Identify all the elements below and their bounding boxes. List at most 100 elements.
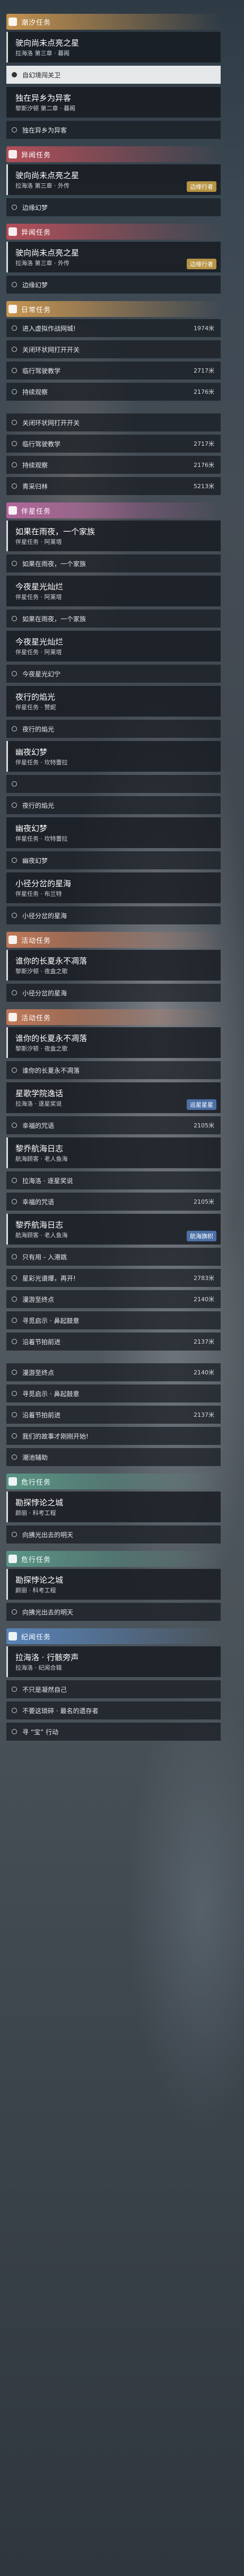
objective-label: 漫游至终点 bbox=[22, 1295, 55, 1303]
objective-label: 持续观察 bbox=[22, 461, 48, 469]
objective-label: 临行驾驶教学 bbox=[22, 440, 61, 448]
objective-row[interactable]: 小径分岔的星海 bbox=[6, 906, 221, 924]
objective-row[interactable]: 临行驾驶教学 2717米 bbox=[6, 435, 221, 453]
objective-row[interactable]: 沿着节拍前进 2137米 bbox=[6, 1406, 221, 1424]
distance-label: 2176米 bbox=[194, 462, 214, 469]
quest-card[interactable]: 星歌学院逸话 拉海洛 · 逐星奖说 远星星星 bbox=[6, 1082, 221, 1113]
objective-row[interactable]: 沿着节拍前进 2137米 bbox=[6, 1333, 221, 1351]
objective-row[interactable]: 谁你的长夏永不凋落 bbox=[6, 1061, 221, 1079]
category-header-side: 异闻任务 bbox=[6, 224, 221, 240]
quest-card[interactable]: 如果在雨夜，一个家族 伴星任务 · 阿莱塔 bbox=[6, 521, 221, 551]
category-label: 活动任务 bbox=[21, 937, 51, 945]
objective-row[interactable]: 向拂光出去的明天 bbox=[6, 1525, 221, 1543]
objective-label: 拉海洛 · 逐星奖说 bbox=[22, 1177, 73, 1185]
objective-row[interactable] bbox=[6, 775, 221, 793]
objective-row[interactable]: 潮池辅助 bbox=[6, 1448, 221, 1466]
quest-card[interactable]: 今夜星光灿烂 伴星任务 · 阿莱塔 bbox=[6, 576, 221, 606]
objective-row[interactable]: 幸福的咒语 2105米 bbox=[6, 1193, 221, 1211]
quest-card[interactable]: 驶向尚未点亮之星 拉海洛 第三章 · 外传 边缘行者 bbox=[6, 164, 221, 195]
objective-row[interactable]: 进入虚拟作战网城! 1974米 bbox=[6, 319, 221, 337]
objective-row[interactable]: 边缘幻梦 bbox=[6, 276, 221, 294]
quest-card[interactable]: 谁你的长夏永不凋落 黎斯汐顿 · 夜盒之歌 bbox=[6, 1027, 221, 1058]
objective-row[interactable]: 不只是凝然自己 bbox=[6, 1680, 221, 1698]
quest-title: 勘探悖论之城 bbox=[15, 1498, 64, 1507]
category-label: 日常任务 bbox=[21, 306, 51, 314]
objective-row[interactable]: 星彩光谱爆，再开! 2783米 bbox=[6, 1269, 221, 1287]
objective-row[interactable]: 不要这琐碎 · 最名的遗存者 bbox=[6, 1701, 221, 1719]
radio-icon bbox=[12, 205, 17, 210]
quest-card[interactable]: 拉海洛 · 行骸旁声 拉海洛 · 纪闻合辑 bbox=[6, 1646, 221, 1677]
objective-row[interactable]: 今夜星光幻宁 bbox=[6, 665, 221, 683]
quest-card[interactable]: 小径分岔的星海 伴星任务 · 布兰特 bbox=[6, 872, 221, 903]
objective-row[interactable]: 幽夜幻梦 bbox=[6, 851, 221, 869]
quest-title: 黎乔航海日志 bbox=[15, 1220, 64, 1230]
quest-subtitle: 拉海洛 · 纪闻合辑 bbox=[15, 1664, 62, 1671]
objective-row[interactable]: 如果在雨夜，一个家族 bbox=[6, 554, 221, 572]
quest-card[interactable]: 今夜星光灿烂 伴星任务 · 阿莱塔 bbox=[6, 631, 221, 661]
objective-row[interactable]: 向拂光出去的明天 bbox=[6, 1603, 221, 1621]
quest-subtitle: 伴星任务 · 赞妮 bbox=[15, 704, 56, 711]
radio-icon bbox=[12, 1433, 17, 1439]
objective-row[interactable]: 边缘幻梦 bbox=[6, 198, 221, 216]
radio-icon bbox=[12, 616, 17, 621]
radio-icon bbox=[12, 990, 17, 995]
distance-label: 1974米 bbox=[194, 325, 214, 332]
objective-row-selected[interactable]: 自幻境闯关卫 bbox=[6, 66, 221, 84]
radio-icon bbox=[12, 1532, 17, 1537]
quest-subtitle: 航海顾客 · 老人鱼海 bbox=[15, 1155, 68, 1162]
objective-row[interactable]: 我们的故事才刚刚开始! bbox=[6, 1427, 221, 1445]
quest-category-icon bbox=[8, 1632, 17, 1640]
quest-card[interactable]: 勘探悖论之城 颜丽 · 科考工程 bbox=[6, 1492, 221, 1522]
objective-row[interactable]: 持续观察 2176米 bbox=[6, 456, 221, 474]
objective-row[interactable]: 漫游至终点 2140米 bbox=[6, 1290, 221, 1308]
distance-label: 2105米 bbox=[194, 1122, 214, 1129]
quest-card[interactable]: 驶向尚未点亮之星 拉海洛 第三章 · 外传 边缘行者 bbox=[6, 242, 221, 272]
quest-card[interactable]: 黎乔航海日志 航海顾客 · 老人鱼海 航海旗帜 bbox=[6, 1214, 221, 1245]
objective-row[interactable]: 寻 “宝” 行动 bbox=[6, 1723, 221, 1741]
objective-row[interactable]: 临行驾驶教学 2717米 bbox=[6, 361, 221, 380]
radio-icon bbox=[12, 1391, 17, 1396]
objective-row[interactable]: 只有用 - 入港跳 bbox=[6, 1248, 221, 1266]
radio-icon bbox=[12, 462, 17, 467]
objective-row[interactable]: 夜行的焰光 bbox=[6, 796, 221, 814]
radio-icon bbox=[12, 1296, 17, 1302]
quest-title: 驶向尚未点亮之星 bbox=[15, 248, 80, 258]
radio-icon bbox=[12, 1199, 17, 1204]
objective-row[interactable]: 夜行的焰光 bbox=[6, 720, 221, 738]
quest-title: 谁你的长夏永不凋落 bbox=[15, 956, 88, 966]
objective-row[interactable]: 青采归林 5213米 bbox=[6, 477, 221, 495]
quest-card[interactable]: 黎乔航海日志 航海顾客 · 老人鱼海 bbox=[6, 1137, 221, 1168]
objective-row[interactable]: 幸福的咒语 2105米 bbox=[6, 1116, 221, 1134]
quest-title: 黎乔航海日志 bbox=[15, 1144, 64, 1153]
objective-row[interactable]: 小径分岔的星海 bbox=[6, 984, 221, 1002]
objective-label: 只有用 - 入港跳 bbox=[22, 1253, 67, 1261]
objective-row[interactable]: 拉海洛 · 逐星奖说 bbox=[6, 1171, 221, 1189]
objective-row[interactable]: 寻觅启示 · 鼻起鼓意 bbox=[6, 1311, 221, 1329]
objective-label: 寻觅启示 · 鼻起鼓意 bbox=[22, 1317, 80, 1325]
quest-card[interactable]: 幽夜幻梦 伴星任务 · 坎特蕾拉 bbox=[6, 741, 221, 772]
category-header-event: 活动任务 bbox=[6, 1009, 221, 1025]
objective-label: 临行驾驶教学 bbox=[22, 367, 61, 375]
objective-row[interactable]: 独在异乡为异客 bbox=[6, 121, 221, 139]
objective-row[interactable]: 寻觅启示 · 鼻起鼓意 bbox=[6, 1384, 221, 1402]
quest-card[interactable]: 勘探悖论之城 颜丽 · 科考工程 bbox=[6, 1569, 221, 1600]
quest-tag: 边缘行者 bbox=[187, 259, 216, 269]
distance-label: 2105米 bbox=[194, 1198, 214, 1205]
quest-card[interactable]: 夜行的焰光 伴星任务 · 赞妮 bbox=[6, 686, 221, 717]
objective-row[interactable]: 关闭环状网打开开关 bbox=[6, 413, 221, 431]
radio-icon bbox=[12, 1178, 17, 1183]
objective-row[interactable]: 关闭环状网打开开关 bbox=[6, 340, 221, 358]
quest-card[interactable]: 幽夜幻梦 伴星任务 · 坎特蕾拉 bbox=[6, 817, 221, 848]
quest-list[interactable]: 潮汐任务 驶向尚未点亮之星 拉海洛 第三章 · 暮阁 自幻境闯关卫 独在异乡为异… bbox=[6, 6, 221, 1744]
quest-card[interactable]: 谁你的长夏永不凋落 黎斯汐顿 · 夜盒之歌 bbox=[6, 950, 221, 981]
objective-row[interactable]: 漫游至终点 2140米 bbox=[6, 1363, 221, 1381]
radio-icon bbox=[12, 127, 17, 133]
objective-label: 向拂光出去的明天 bbox=[22, 1608, 74, 1616]
objective-row[interactable]: 如果在雨夜，一个家族 bbox=[6, 610, 221, 628]
objective-row[interactable]: 持续观察 2176米 bbox=[6, 383, 221, 401]
quest-subtitle: 黎斯汐顿 · 夜盒之歌 bbox=[15, 1045, 68, 1052]
quest-card[interactable]: 驶向尚未点亮之星 拉海洛 第三章 · 暮阁 bbox=[6, 32, 221, 63]
distance-label: 2137米 bbox=[194, 1338, 214, 1345]
quest-card[interactable]: 独在异乡为异客 黎斯汐顿 第二章 · 暮阁 bbox=[6, 87, 221, 118]
objective-label: 边缘幻梦 bbox=[22, 281, 48, 289]
